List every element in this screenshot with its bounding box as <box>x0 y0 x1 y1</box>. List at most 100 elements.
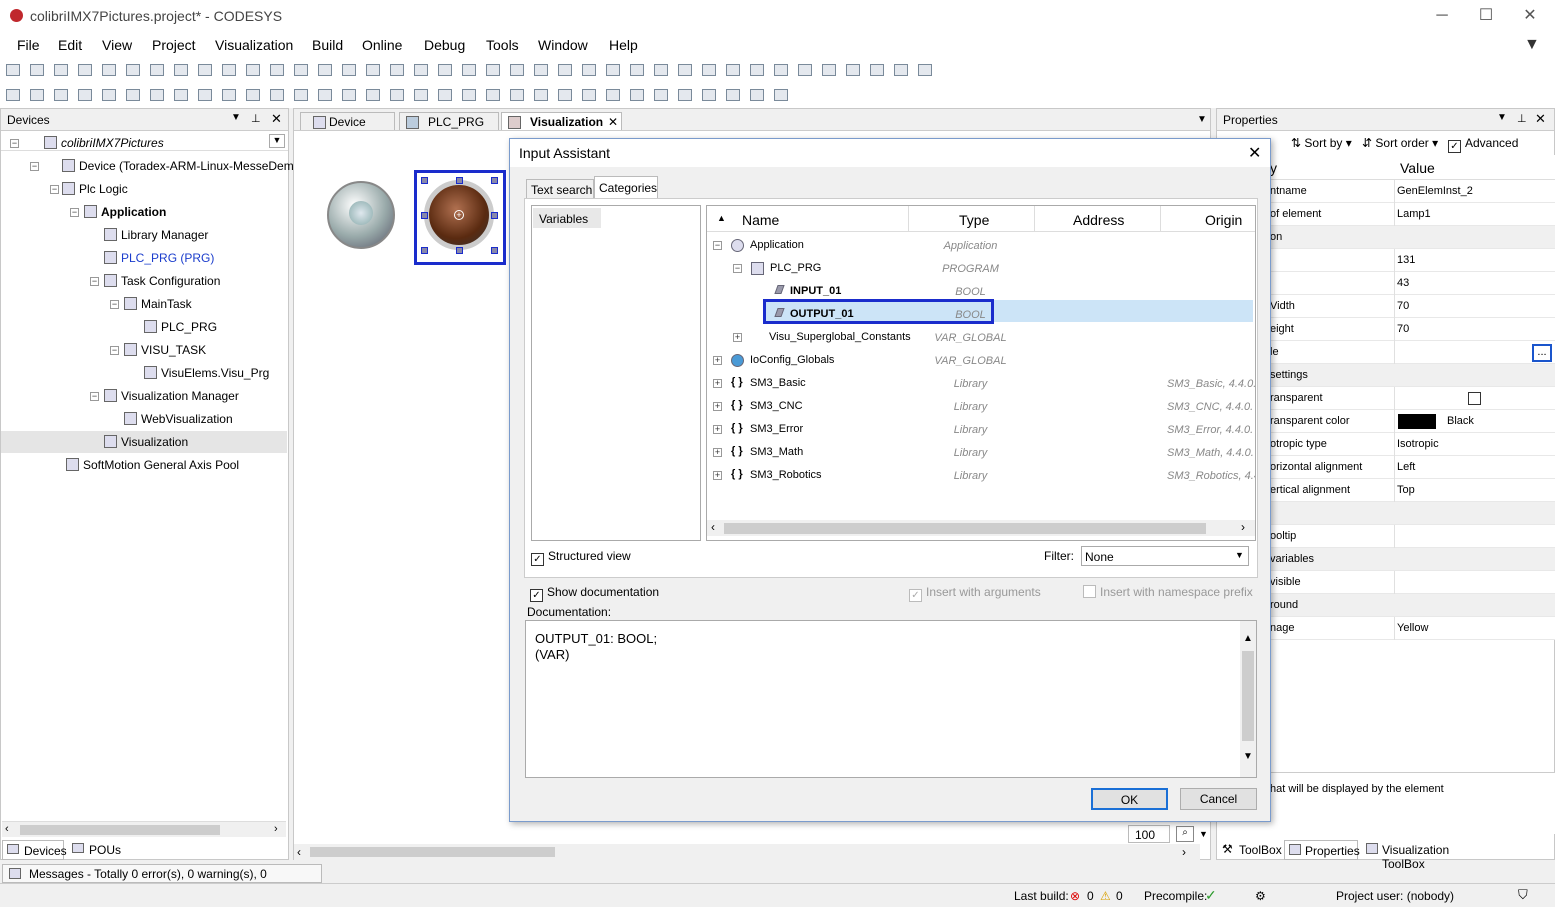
toolbar-tool-icon[interactable] <box>318 89 332 101</box>
documentation-box[interactable]: OUTPUT_01: BOOL; (VAR) ▲ ▼ <box>525 620 1257 778</box>
toolbar-tool-icon[interactable] <box>78 64 92 76</box>
toolbar-tool-icon[interactable] <box>750 89 764 101</box>
property-row[interactable]: variables <box>1270 548 1555 571</box>
tab-properties[interactable]: Properties <box>1284 840 1360 860</box>
resize-handle[interactable] <box>491 212 498 219</box>
cancel-button[interactable]: Cancel <box>1180 788 1257 810</box>
tree-expand-icon[interactable]: + <box>713 471 722 480</box>
zoom-dropdown-icon[interactable]: ▼ <box>1199 829 1208 839</box>
toolbar-tool-icon[interactable] <box>30 64 44 76</box>
scroll-right-icon[interactable]: › <box>274 823 278 835</box>
image-browse-button[interactable]: ... <box>1532 344 1552 362</box>
tree-item[interactable]: PLC_PRG (PRG) <box>104 251 214 265</box>
toolbar-tool-icon[interactable] <box>582 89 596 101</box>
property-row[interactable]: settings <box>1270 364 1555 387</box>
toolbar-tool-icon[interactable] <box>894 64 908 76</box>
advanced-checkbox[interactable]: ✓ Advanced <box>1448 136 1518 153</box>
toolbar-tool-icon[interactable] <box>870 64 884 76</box>
toolbar-tool-icon[interactable] <box>774 89 788 101</box>
transparent-checkbox[interactable] <box>1468 392 1481 405</box>
col-origin[interactable]: Origin <box>1205 212 1242 228</box>
variable-row[interactable]: + { } SM3_Math Library SM3_Math, 4.4.0. <box>707 442 1255 464</box>
col-address[interactable]: Address <box>1073 212 1124 228</box>
editor-scroll-right-icon[interactable]: › <box>1182 845 1186 859</box>
property-row[interactable]: eight 70 <box>1270 318 1555 341</box>
tree-expand-icon[interactable]: + <box>713 425 722 434</box>
doc-scroll-down-icon[interactable]: ▼ <box>1243 751 1253 762</box>
doc-scroll-thumb[interactable] <box>1242 651 1254 741</box>
tree-expand-icon[interactable]: + <box>733 333 742 342</box>
lamp-element[interactable]: + <box>424 180 494 250</box>
resize-handle[interactable] <box>491 177 498 184</box>
doc-vscrollbar[interactable]: ▲ ▼ <box>1240 621 1256 777</box>
properties-close-icon[interactable]: ✕ <box>1535 111 1546 127</box>
variable-row[interactable]: + { } SM3_Basic Library SM3_Basic, 4.4.0. <box>707 373 1255 395</box>
tree-collapse-icon[interactable]: − <box>70 208 79 217</box>
toolbar-tool-icon[interactable] <box>510 89 524 101</box>
tab-toolbox[interactable]: ⚒ ToolBox <box>1218 840 1282 860</box>
variable-row[interactable]: + IoConfig_Globals VAR_GLOBAL <box>707 350 1255 372</box>
menu-build[interactable]: Build <box>312 37 343 53</box>
property-row[interactable]: le <box>1270 341 1555 364</box>
sort-up-icon[interactable]: ▲ <box>717 213 726 223</box>
toolbar-tool-icon[interactable] <box>534 89 548 101</box>
tree-expand-icon[interactable]: + <box>713 356 722 365</box>
variable-row[interactable]: OUTPUT_01 BOOL <box>707 304 1255 326</box>
toolbar-tool-icon[interactable] <box>654 64 668 76</box>
property-row[interactable]: ooltip <box>1270 525 1555 548</box>
panel-dropdown-icon[interactable]: ▼ <box>231 112 241 123</box>
toolbar-tool-icon[interactable] <box>702 89 716 101</box>
property-row[interactable]: ertical alignment Top <box>1270 479 1555 502</box>
category-variables[interactable]: Variables <box>533 208 601 228</box>
toolbar-tool-icon[interactable] <box>774 64 788 76</box>
toolbar-tool-icon[interactable] <box>390 89 404 101</box>
dialog-close-button[interactable]: ✕ <box>1248 143 1261 163</box>
property-row[interactable]: 131 <box>1270 249 1555 272</box>
menu-window[interactable]: Window <box>538 37 588 53</box>
tree-expand-icon[interactable]: − <box>733 264 742 273</box>
tree-item[interactable]: colibriIMX7Pictures <box>44 136 164 150</box>
toolbar-tool-icon[interactable] <box>342 64 356 76</box>
tree-item[interactable]: SoftMotion General Axis Pool <box>66 458 239 472</box>
toolbar-tool-icon[interactable] <box>630 64 644 76</box>
filter-icon[interactable]: ▼ <box>1524 36 1540 54</box>
variable-row[interactable]: − PLC_PRG PROGRAM <box>707 258 1255 280</box>
property-row[interactable]: otropic type Isotropic <box>1270 433 1555 456</box>
property-row[interactable]: orizontal alignment Left <box>1270 456 1555 479</box>
tree-collapse-icon[interactable]: − <box>110 346 119 355</box>
toolbar-tool-icon[interactable] <box>150 64 164 76</box>
resize-handle[interactable] <box>421 177 428 184</box>
toolbar-tool-icon[interactable] <box>750 64 764 76</box>
tab-devices[interactable]: Devices <box>2 840 67 860</box>
toolbar-tool-icon[interactable] <box>654 89 668 101</box>
toolbar-tool-icon[interactable] <box>246 89 260 101</box>
toolbar-tool-icon[interactable] <box>294 64 308 76</box>
property-row[interactable]: of element Lamp1 <box>1270 203 1555 226</box>
property-row[interactable]: on <box>1270 226 1555 249</box>
editor-scroll-left-icon[interactable]: ‹ <box>297 845 301 859</box>
property-row[interactable]: visible <box>1270 571 1555 594</box>
toolbar-tool-icon[interactable] <box>102 89 116 101</box>
panel-close-icon[interactable]: ✕ <box>271 111 282 127</box>
toolbar-tool-icon[interactable] <box>174 64 188 76</box>
properties-dropdown-icon[interactable]: ▼ <box>1497 112 1507 123</box>
tree-collapse-icon[interactable]: − <box>90 277 99 286</box>
toolbar-tool-icon[interactable] <box>78 89 92 101</box>
property-row[interactable] <box>1270 502 1555 525</box>
menu-project[interactable]: Project <box>152 37 196 53</box>
zoom-field[interactable]: 100 % <box>1128 825 1170 856</box>
variable-row[interactable]: − Application Application <box>707 235 1255 257</box>
toolbar-tool-icon[interactable] <box>102 64 116 76</box>
scroll-left-icon[interactable]: ‹ <box>5 823 9 835</box>
toolbar-tool-icon[interactable] <box>30 89 44 101</box>
devices-hscrollbar[interactable]: ‹ › <box>2 821 286 837</box>
ok-button[interactable]: OK <box>1091 788 1168 810</box>
tab-close-icon[interactable]: ✕ <box>608 115 618 129</box>
insert-arguments-checkbox[interactable]: ✓ Insert with arguments <box>909 585 1041 602</box>
toolbar-tool-icon[interactable] <box>678 89 692 101</box>
toolbar-tool-icon[interactable] <box>486 64 500 76</box>
devices-dropdown-icon[interactable]: ▼ <box>269 134 285 148</box>
toolbar-tool-icon[interactable] <box>270 89 284 101</box>
tree-expand-icon[interactable]: + <box>713 379 722 388</box>
toolbar-tool-icon[interactable] <box>462 89 476 101</box>
